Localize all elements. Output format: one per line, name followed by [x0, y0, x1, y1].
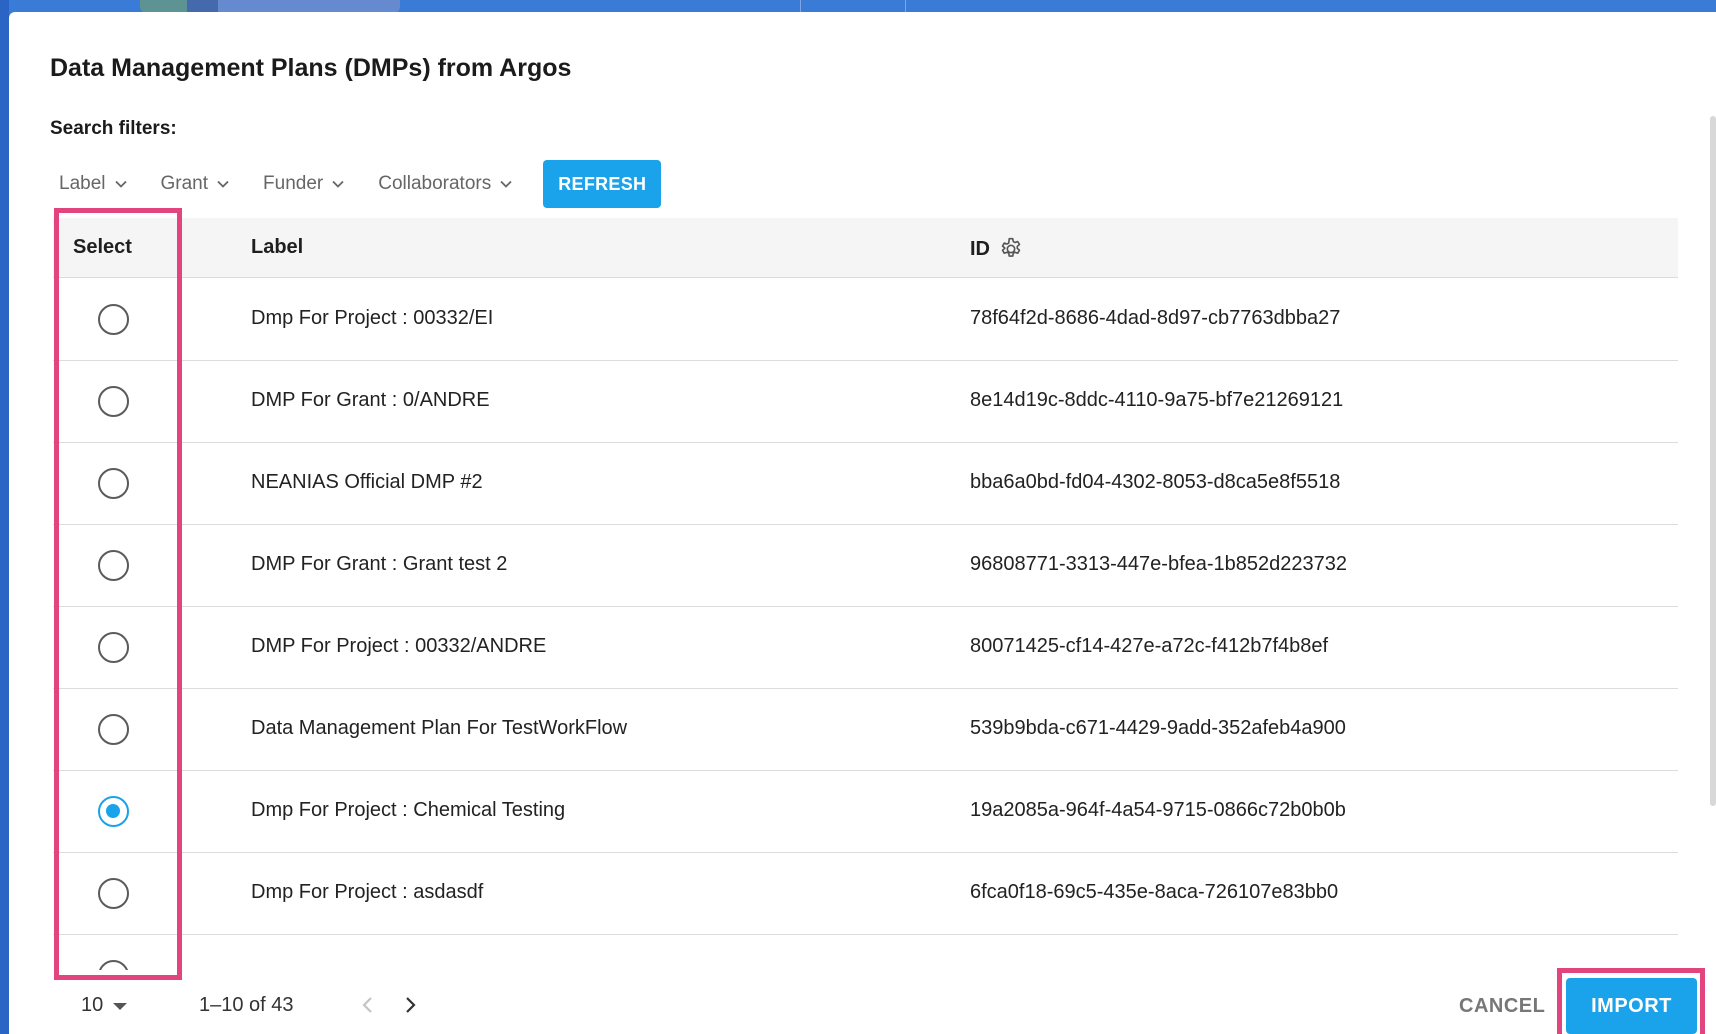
table-row[interactable]: Dmp For Project : Chemical Testing 19a208… — [53, 771, 1678, 853]
table-header: Select Label ID — [53, 218, 1678, 278]
row-label: DMP For Grant : Grant test 2 — [251, 553, 508, 575]
table-row[interactable]: DMP For Grant : 0/ANDRE 8e14d19c-8ddc-411… — [53, 361, 1678, 443]
import-button[interactable]: IMPORT — [1566, 978, 1697, 1034]
page-size-select[interactable]: 10 — [69, 994, 179, 1017]
table-row[interactable]: Data Management Plan For TestWorkFlow 539… — [53, 689, 1678, 771]
row-select-radio[interactable] — [98, 796, 129, 827]
row-select-radio[interactable] — [98, 386, 129, 417]
column-header-id-text: ID — [970, 237, 990, 260]
filter-name: Collaborators — [378, 173, 492, 194]
filter-name: Grant — [160, 173, 209, 194]
page-range-label: 1–10 of 43 — [199, 993, 294, 1016]
chevron-down-icon — [500, 180, 512, 188]
column-header-select: Select — [73, 236, 132, 258]
table-row[interactable]: DMP For Project : 00332/ANDRE 80071425-cf… — [53, 607, 1678, 689]
table-row[interactable]: NEANIAS Official DMP #2 bba6a0bd-fd04-430… — [53, 443, 1678, 525]
row-select-radio[interactable] — [98, 878, 129, 909]
filter-funder-dropdown[interactable]: Funder — [254, 173, 354, 195]
dialog-title: Data Management Plans (DMPs) from Argos — [50, 54, 572, 82]
page-size-value: 10 — [81, 993, 104, 1016]
row-select-radio[interactable] — [98, 632, 129, 663]
row-id: 78f64f2d-8686-4dad-8d97-cb7763dbba27 — [970, 307, 1341, 329]
row-id: 80071425-cf14-427e-a72c-f412b7f4b8ef — [970, 635, 1329, 657]
row-id: 19a2085a-964f-4a54-9715-0866c72b0b0b — [970, 799, 1346, 821]
filter-name: Funder — [263, 173, 324, 194]
chevron-left-icon — [362, 997, 372, 1013]
row-select-radio[interactable] — [98, 960, 129, 970]
next-page-button[interactable] — [389, 984, 431, 1026]
dialog-scrollbar[interactable] — [1710, 116, 1716, 806]
row-select-radio[interactable] — [98, 714, 129, 745]
paginator: 10 1–10 of 43 — [69, 984, 431, 1026]
table-row-partial[interactable] — [53, 935, 1678, 970]
filter-name: Label — [59, 173, 106, 194]
row-select-radio[interactable] — [98, 304, 129, 335]
row-label: DMP For Project : 00332/ANDRE — [251, 635, 547, 657]
import-dmp-dialog: Data Management Plans (DMPs) from Argos … — [9, 12, 1716, 1034]
filter-grant-dropdown[interactable]: Grant — [152, 173, 240, 195]
chevron-down-icon — [114, 180, 127, 188]
row-label: NEANIAS Official DMP #2 — [251, 471, 483, 493]
filter-collaborators-dropdown[interactable]: Collaborators — [369, 173, 522, 195]
dmp-table: Select Label ID Dmp For Project : 00332/… — [53, 218, 1678, 970]
dropdown-caret-icon — [113, 1002, 128, 1010]
cancel-button[interactable]: CANCEL — [1447, 985, 1557, 1027]
search-filters-label: Search filters: — [50, 118, 177, 139]
chevron-right-icon — [406, 997, 416, 1013]
chevron-down-icon — [332, 180, 344, 188]
previous-page-button[interactable] — [347, 984, 389, 1026]
row-id: 539b9bda-c671-4429-9add-352afeb4a900 — [970, 717, 1346, 739]
gear-icon[interactable] — [998, 236, 1024, 262]
backdrop-edge — [0, 0, 9, 1034]
table-row[interactable]: Dmp For Project : asdasdf 6fca0f18-69c5-4… — [53, 853, 1678, 935]
filter-bar: Label Grant Funder Collaborators REFRESH — [50, 160, 662, 208]
row-label: Data Management Plan For TestWorkFlow — [251, 717, 628, 739]
refresh-button[interactable]: REFRESH — [543, 160, 662, 208]
row-id: 8e14d19c-8ddc-4110-9a75-bf7e21269121 — [970, 389, 1344, 411]
row-label: DMP For Grant : 0/ANDRE — [251, 389, 490, 411]
row-label: Dmp For Project : Chemical Testing — [251, 799, 566, 821]
row-id: 96808771-3313-447e-bfea-1b852d223732 — [970, 553, 1348, 575]
row-id: bba6a0bd-fd04-4302-8053-d8ca5e8f5518 — [970, 471, 1341, 493]
column-header-label[interactable]: Label — [251, 236, 303, 259]
row-label: Dmp For Project : asdasdf — [251, 881, 484, 903]
row-id: 6fca0f18-69c5-435e-8aca-726107e83bb0 — [970, 881, 1339, 903]
row-label: Dmp For Project : 00332/EI — [251, 307, 494, 329]
row-select-radio[interactable] — [98, 468, 129, 499]
filter-label-dropdown[interactable]: Label — [50, 173, 137, 195]
table-row[interactable]: Dmp For Project : 00332/EI 78f64f2d-8686-… — [53, 279, 1678, 361]
table-row[interactable]: DMP For Grant : Grant test 2 96808771-331… — [53, 525, 1678, 607]
column-header-id[interactable]: ID — [970, 236, 1024, 262]
chevron-down-icon — [217, 180, 229, 188]
row-select-radio[interactable] — [98, 550, 129, 581]
